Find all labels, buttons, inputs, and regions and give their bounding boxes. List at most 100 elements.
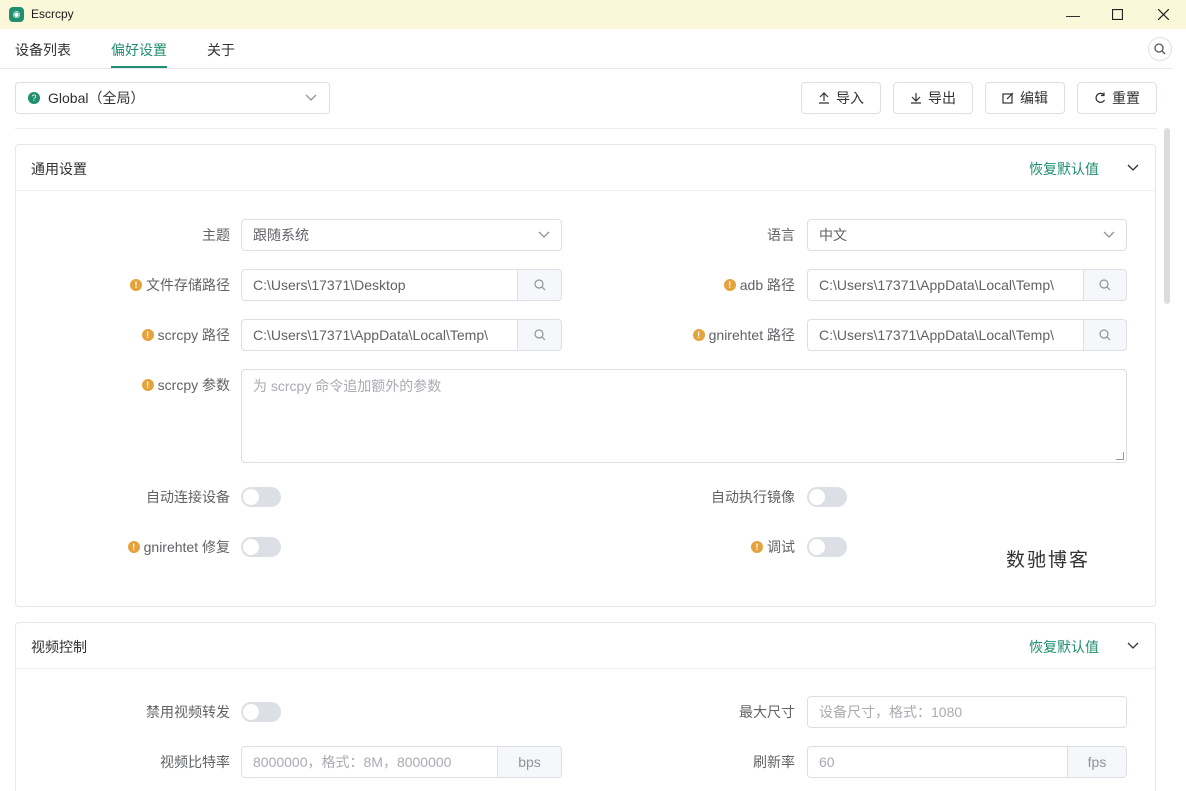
card-title: 通用设置: [31, 161, 87, 177]
fps-input[interactable]: 60: [807, 746, 1069, 778]
debug-label: ! 调试: [625, 531, 795, 563]
card-header[interactable]: 通用设置 恢复默认值: [16, 145, 1155, 191]
upload-icon: [819, 92, 829, 104]
fps-label: 刷新率: [625, 746, 795, 778]
browse-gnirehtet-path-button[interactable]: [1083, 319, 1127, 351]
debug-toggle[interactable]: [807, 537, 847, 557]
language-select[interactable]: 中文: [807, 219, 1127, 251]
max-size-label-text: 最大尺寸: [739, 704, 795, 720]
auto-connect-label: 自动连接设备: [60, 481, 230, 513]
bitrate-input[interactable]: 8000000，格式：8M，8000000: [241, 746, 499, 778]
disable-video-label: 禁用视频转发: [60, 696, 230, 728]
disable-video-toggle[interactable]: [241, 702, 281, 722]
toggle-knob: [243, 539, 259, 555]
toolbar-divider: [15, 128, 1157, 129]
bitrate-label-text: 视频比特率: [160, 754, 230, 770]
toggle-knob: [243, 489, 259, 505]
disable-video-label-text: 禁用视频转发: [146, 704, 230, 720]
tab-bar: 设备列表 偏好设置 关于: [0, 29, 1172, 69]
edit-label: 编辑: [1020, 90, 1048, 106]
gnirehtet-path-label: ! gnirehtet 路径: [625, 319, 795, 351]
card-header[interactable]: 视频控制 恢复默认值: [16, 623, 1155, 669]
chevron-down-icon[interactable]: [1127, 639, 1139, 651]
save-path-input[interactable]: C:\Users\17371\Desktop: [241, 269, 519, 301]
gnirehtet-fix-label-text: gnirehtet 修复: [143, 539, 230, 555]
theme-select[interactable]: 跟随系统: [241, 219, 562, 251]
language-label: 语言: [665, 219, 795, 251]
refresh-icon: [1095, 92, 1106, 103]
tab-device-list[interactable]: 设备列表: [15, 40, 71, 60]
title-bar: ◉ Escrcpy —: [0, 0, 1186, 29]
close-button[interactable]: [1140, 0, 1186, 29]
scope-select[interactable]: ? Global（全局）: [15, 82, 330, 114]
gnirehtet-fix-label: ! gnirehtet 修复: [60, 531, 230, 563]
edit-button[interactable]: 编辑: [985, 82, 1065, 114]
scrcpy-args-textarea[interactable]: 为 scrcpy 命令追加额外的参数: [241, 369, 1127, 463]
save-path-label: ! 文件存储路径: [60, 269, 230, 301]
scrcpy-path-input[interactable]: C:\Users\17371\AppData\Local\Temp\: [241, 319, 519, 351]
minimize-button[interactable]: —: [1050, 0, 1096, 29]
escrcpy-logo-icon: ◉: [9, 7, 24, 22]
fps-label-text: 刷新率: [753, 754, 795, 770]
export-label: 导出: [928, 90, 956, 106]
maximize-button[interactable]: [1094, 0, 1140, 29]
adb-path-label: ! adb 路径: [625, 269, 795, 301]
resize-handle-icon[interactable]: [1116, 452, 1124, 460]
watermark-text: 数驰博客: [1006, 549, 1091, 571]
import-label: 导入: [836, 90, 864, 106]
search-icon: [1099, 279, 1111, 291]
chevron-down-icon[interactable]: [1127, 161, 1139, 173]
toggle-knob: [809, 489, 825, 505]
max-size-input[interactable]: 设备尺寸，格式：1080: [807, 696, 1127, 728]
max-size-placeholder: 设备尺寸，格式：1080: [819, 704, 963, 720]
scrcpy-path-value: C:\Users\17371\AppData\Local\Temp\: [253, 327, 489, 343]
reset-button[interactable]: 重置: [1077, 82, 1157, 114]
tab-preferences[interactable]: 偏好设置: [111, 40, 167, 60]
tab-about[interactable]: 关于: [207, 40, 235, 60]
toggle-knob: [809, 539, 825, 555]
max-size-label: 最大尺寸: [625, 696, 795, 728]
info-icon[interactable]: !: [751, 541, 763, 553]
fps-unit: fps: [1067, 746, 1127, 778]
info-icon[interactable]: !: [692, 329, 705, 341]
export-button[interactable]: 导出: [893, 82, 973, 114]
card-title: 视频控制: [31, 639, 87, 655]
fps-placeholder: 60: [819, 754, 835, 770]
search-button[interactable]: [1148, 37, 1172, 61]
auto-connect-label-text: 自动连接设备: [146, 489, 230, 505]
scrcpy-args-label-text: scrcpy 参数: [157, 377, 230, 393]
restore-defaults-link[interactable]: 恢复默认值: [1029, 159, 1099, 179]
adb-path-label-text: adb 路径: [739, 277, 795, 293]
scrollbar-thumb[interactable]: [1164, 128, 1170, 304]
browse-scrcpy-path-button[interactable]: [517, 319, 562, 351]
download-icon: [911, 93, 921, 104]
bitrate-placeholder: 8000000，格式：8M，8000000: [253, 754, 452, 770]
save-path-label-text: 文件存储路径: [146, 277, 230, 293]
window-title: Escrcpy: [31, 7, 74, 21]
adb-path-value: C:\Users\17371\AppData\Local\Temp\: [819, 277, 1055, 293]
debug-label-text: 调试: [767, 539, 795, 555]
theme-value: 跟随系统: [253, 227, 309, 243]
adb-path-input[interactable]: C:\Users\17371\AppData\Local\Temp\: [807, 269, 1085, 301]
auto-mirror-toggle[interactable]: [807, 487, 847, 507]
info-icon[interactable]: !: [141, 379, 154, 391]
browse-adb-path-button[interactable]: [1083, 269, 1127, 301]
restore-defaults-link[interactable]: 恢复默认值: [1029, 637, 1099, 657]
scrcpy-args-label: ! scrcpy 参数: [60, 369, 230, 401]
theme-label: 主题: [100, 219, 230, 251]
info-icon[interactable]: !: [127, 541, 140, 553]
info-icon[interactable]: !: [130, 279, 142, 291]
info-icon[interactable]: !: [723, 279, 736, 291]
info-icon[interactable]: !: [141, 329, 154, 341]
browse-save-path-button[interactable]: [517, 269, 562, 301]
scrcpy-path-label-text: scrcpy 路径: [157, 327, 230, 343]
gnirehtet-fix-toggle[interactable]: [241, 537, 281, 557]
import-button[interactable]: 导入: [801, 82, 881, 114]
chevron-down-icon: [538, 231, 550, 238]
gnirehtet-path-input[interactable]: C:\Users\17371\AppData\Local\Temp\: [807, 319, 1085, 351]
search-icon: [1099, 329, 1111, 341]
auto-connect-toggle[interactable]: [241, 487, 281, 507]
reset-label: 重置: [1112, 90, 1140, 106]
language-value: 中文: [819, 227, 847, 243]
auto-mirror-label-text: 自动执行镜像: [711, 489, 795, 505]
